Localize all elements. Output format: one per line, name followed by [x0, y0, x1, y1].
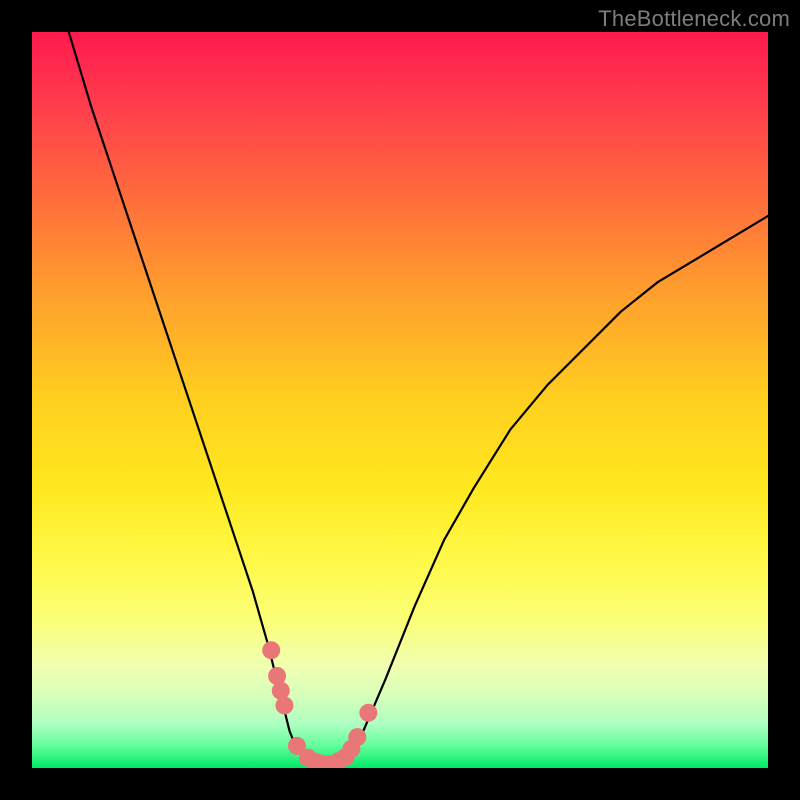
chart-frame: TheBottleneck.com	[0, 0, 800, 800]
data-point	[359, 704, 377, 722]
bottleneck-curve-chart	[32, 32, 768, 768]
bottleneck-curve	[69, 32, 768, 766]
data-point	[262, 641, 280, 659]
plot-area	[32, 32, 768, 768]
watermark-label: TheBottleneck.com	[598, 6, 790, 32]
data-point	[275, 696, 293, 714]
data-point	[348, 728, 366, 746]
